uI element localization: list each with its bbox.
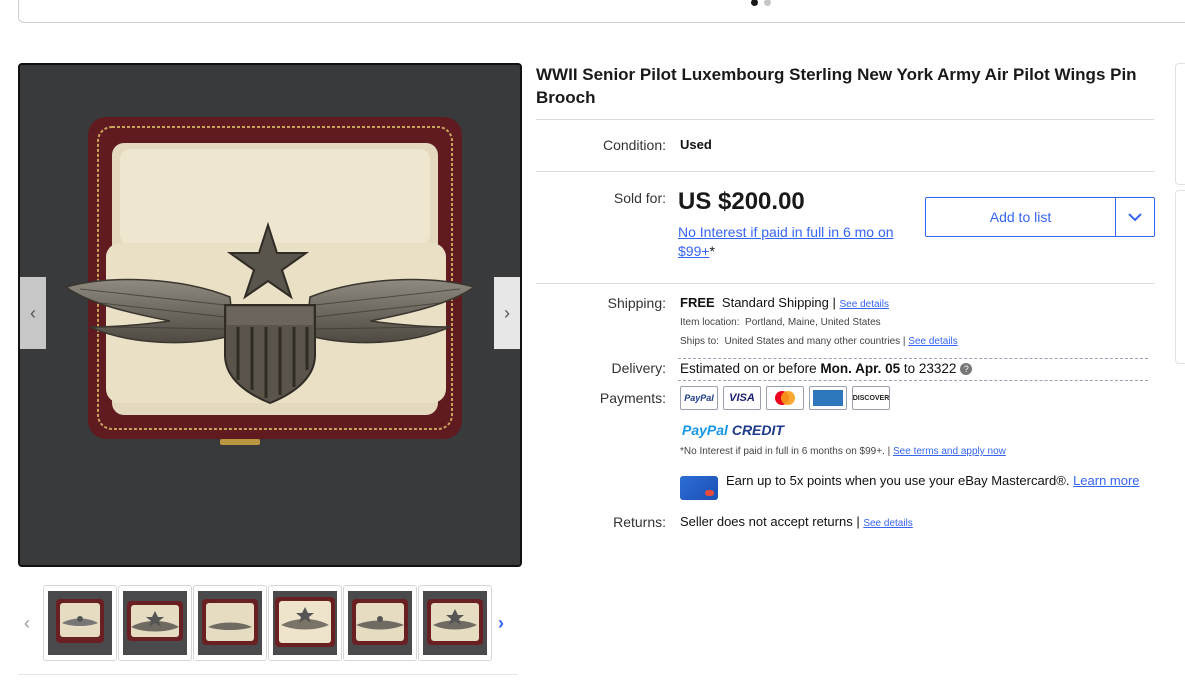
shipping-see-details[interactable]: See details: [840, 299, 889, 310]
divider: [18, 674, 518, 675]
delivery-date: Mon. Apr. 05: [820, 361, 901, 376]
ships-see-details[interactable]: See details: [908, 336, 957, 347]
shipping-label: Shipping:: [607, 295, 666, 311]
carousel-dot[interactable]: [764, 0, 771, 6]
divider: [536, 171, 1154, 172]
side-panel-edge: [1175, 63, 1185, 185]
ebay-mastercard-icon: [680, 476, 718, 500]
divider: [678, 358, 1148, 359]
delivery-label: Delivery:: [611, 360, 666, 376]
discover-icon: DISCOVER: [852, 386, 890, 410]
paypal-credit-logo: PayPal CREDIT: [682, 422, 784, 438]
pilot-wings-photo: [20, 65, 520, 565]
thumbnail[interactable]: [118, 585, 192, 661]
thumbnail[interactable]: [43, 585, 117, 661]
ppc-terms-link[interactable]: See terms and apply now: [893, 446, 1006, 457]
shipping-method: Standard Shipping |: [721, 295, 836, 310]
image-next-button[interactable]: ›: [494, 277, 520, 349]
thumbnail[interactable]: [418, 585, 492, 661]
thumbnail[interactable]: [268, 585, 342, 661]
top-carousel-bar: [18, 0, 1185, 23]
chevron-right-icon: ›: [504, 302, 510, 323]
image-prev-button[interactable]: ‹: [20, 277, 46, 349]
add-to-list-button[interactable]: Add to list: [925, 197, 1155, 237]
divider: [536, 283, 1154, 284]
item-location: Portland, Maine, United States: [745, 317, 881, 328]
thumb-next-icon[interactable]: ›: [498, 613, 504, 634]
condition-value: Used: [680, 137, 712, 152]
thumbnail[interactable]: [343, 585, 417, 661]
item-title: WWII Senior Pilot Luxembourg Sterling Ne…: [536, 65, 1137, 107]
returns-see-details[interactable]: See details: [863, 518, 912, 529]
carousel-dots: [751, 0, 771, 6]
sold-label: Sold for:: [613, 190, 666, 206]
visa-icon: VISA: [723, 386, 761, 410]
mastercard-promo: Earn up to 5x points when you use your e…: [726, 473, 1070, 488]
ships-to: United States and many other countries |: [724, 336, 906, 347]
carousel-dot-active[interactable]: [751, 0, 758, 6]
divider: [536, 119, 1154, 120]
thumbnail-strip: ‹ ›: [18, 585, 518, 665]
payment-methods: PayPal VISA DISCOVER: [680, 386, 890, 410]
item-location-label: Item location:: [680, 317, 740, 328]
price: US $200.00: [678, 188, 805, 215]
chevron-left-icon: ‹: [30, 302, 36, 323]
returns-value: Seller does not accept returns |: [680, 514, 860, 529]
chevron-down-icon[interactable]: [1115, 198, 1154, 236]
condition-label: Condition:: [602, 137, 666, 153]
no-interest-link[interactable]: No Interest if paid in full in 6 mo on $…: [678, 223, 918, 261]
payments-label: Payments:: [599, 390, 666, 406]
main-product-image[interactable]: ‹ ›: [18, 63, 522, 567]
side-panel-edge: [1175, 190, 1185, 364]
help-icon[interactable]: ?: [960, 363, 973, 375]
paypal-icon: PayPal: [680, 386, 718, 410]
thumbnail[interactable]: [193, 585, 267, 661]
returns-label: Returns:: [613, 514, 666, 530]
learn-more-link[interactable]: Learn more: [1073, 473, 1139, 488]
mastercard-icon: [766, 386, 804, 410]
ships-to-label: Ships to:: [680, 336, 719, 347]
shipping-free: FREE: [680, 295, 715, 310]
thumb-prev-icon[interactable]: ‹: [24, 613, 30, 634]
ppc-note: *No Interest if paid in full in 6 months…: [680, 446, 891, 457]
divider: [678, 380, 1148, 381]
amex-icon: [809, 386, 847, 410]
